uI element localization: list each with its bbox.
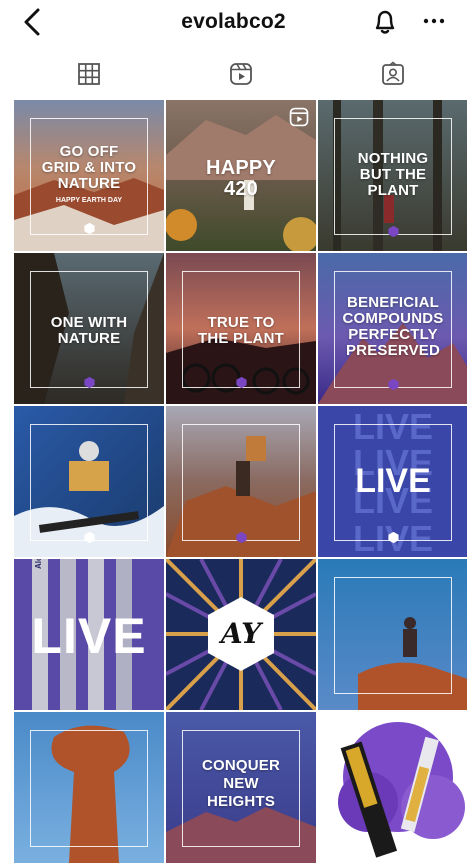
post-frame: [30, 730, 148, 847]
post-frame: [334, 577, 452, 694]
post-tile[interactable]: TRUE TO THE PLANT: [166, 253, 316, 404]
post-tile[interactable]: LIVE LIVE LIVE LIVE LIVE: [318, 406, 467, 557]
post-caption-line: GRID & INTO: [41, 159, 137, 176]
post-tile[interactable]: [318, 559, 467, 710]
post-caption-line: TRUE TO: [207, 314, 275, 331]
post-tile[interactable]: [14, 712, 164, 863]
bell-icon[interactable]: [372, 7, 398, 37]
post-tile[interactable]: AY: [166, 559, 316, 710]
post-caption-main: LIVE: [355, 462, 431, 500]
reels-tab[interactable]: [166, 52, 316, 96]
posts-grid: GO OFF GRID & INTO NATURE HAPPY EARTH DA…: [14, 100, 467, 863]
post-tile[interactable]: BENEFICIAL COMPOUNDS PERFECTLY PRESERVED: [318, 253, 467, 404]
profile-header: evolabco2: [0, 0, 467, 46]
post-caption-line: THE PLANT: [198, 330, 284, 347]
post-image: [318, 712, 467, 863]
post-caption-line: NOTHING: [357, 150, 429, 167]
post-tile[interactable]: Alchemy LIVE: [14, 559, 164, 710]
post-caption-line: CONQUER: [201, 757, 281, 774]
profile-tabs: [0, 52, 467, 96]
post-caption-line: ONE WITH: [50, 314, 128, 331]
post-caption-main: LIVE: [31, 608, 147, 664]
post-caption-line: HEIGHTS: [206, 793, 276, 810]
post-tile[interactable]: HAPPY 420: [166, 100, 316, 251]
tagged-icon: [382, 61, 404, 85]
tube-label: Alchemy: [34, 559, 43, 569]
post-caption-line: NEW: [223, 775, 259, 792]
post-caption-line: NATURE: [57, 175, 121, 192]
reels-icon: [230, 63, 252, 85]
tagged-tab[interactable]: [318, 52, 467, 96]
post-tile[interactable]: [318, 712, 467, 863]
post-caption-line: NATURE: [57, 330, 121, 347]
brand-hex-icon: [84, 376, 95, 389]
post-tile[interactable]: CONQUER NEW HEIGHTS: [166, 712, 316, 863]
brand-hex-icon: [236, 376, 247, 389]
post-caption-line: BUT THE: [359, 166, 427, 183]
post-caption-line: HAPPY: [206, 157, 276, 179]
brand-logo: AY: [220, 617, 262, 650]
post-caption-line: BENEFICIAL: [347, 294, 439, 311]
post-tile[interactable]: GO OFF GRID & INTO NATURE HAPPY EARTH DA…: [14, 100, 164, 251]
reels-icon: [289, 107, 309, 127]
post-subcaption: HAPPY EARTH DAY: [55, 197, 123, 204]
brand-hex-icon: [388, 378, 399, 391]
post-caption-line: PRESERVED: [345, 342, 441, 359]
brand-hex-icon: [84, 222, 95, 235]
post-tile[interactable]: [14, 406, 164, 557]
post-frame: [30, 424, 148, 541]
post-tile[interactable]: [166, 406, 316, 557]
brand-hex-icon: [388, 531, 399, 544]
brand-hex-icon: [388, 225, 399, 238]
post-tile[interactable]: ONE WITH NATURE: [14, 253, 164, 404]
post-caption-line: PLANT: [367, 182, 419, 199]
post-tile[interactable]: NOTHING BUT THE PLANT: [318, 100, 467, 251]
grid-tab[interactable]: [14, 52, 164, 96]
grid-icon: [78, 63, 100, 85]
post-frame: [182, 424, 300, 541]
post-caption-line: COMPOUNDS: [342, 310, 444, 327]
more-icon[interactable]: [420, 8, 448, 34]
brand-hex-icon: [84, 531, 95, 544]
post-caption-line: GO OFF: [59, 143, 119, 160]
post-caption-line: 420: [224, 178, 258, 200]
brand-hex-icon: [236, 531, 247, 544]
post-caption-line: PERFECTLY: [348, 326, 438, 343]
